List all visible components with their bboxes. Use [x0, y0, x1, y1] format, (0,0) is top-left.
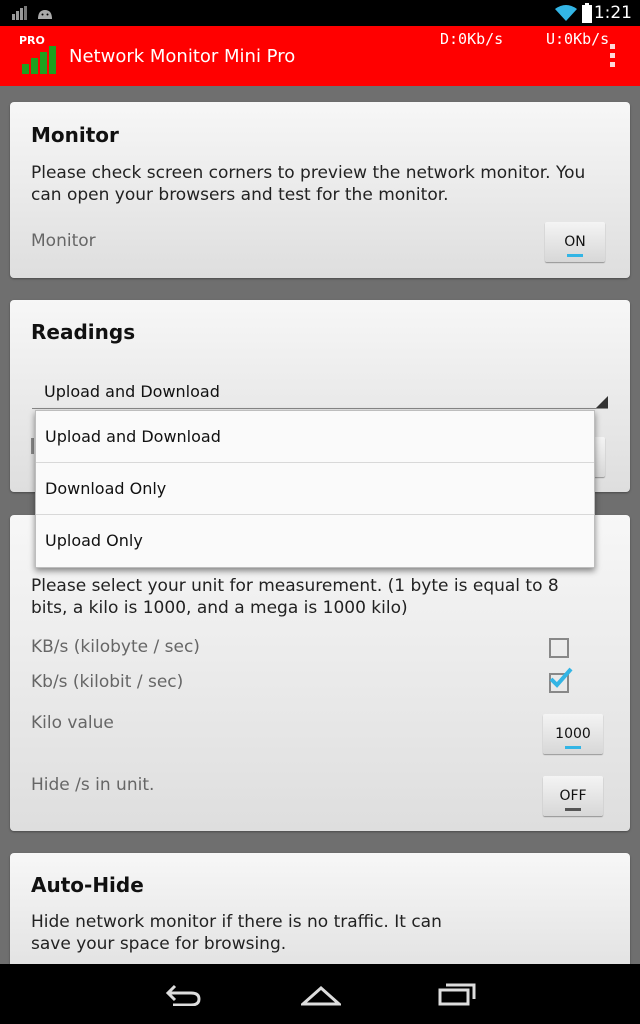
autohide-description: Hide network monitor if there is no traf…: [31, 912, 442, 954]
battery-icon: [582, 3, 592, 23]
monitor-toggle[interactable]: ON: [545, 222, 605, 262]
monitor-label: Monitor: [31, 231, 96, 251]
kilo-value: 1000: [555, 726, 591, 742]
spinner-arrow-icon: [596, 396, 608, 408]
back-icon[interactable]: [165, 984, 203, 1006]
readings-dropdown: Upload and Download Download Only Upload…: [35, 410, 595, 568]
app-bar: PRO Network Monitor Mini Pro D:0Kb/s U:0…: [0, 26, 640, 86]
status-bar: 1:21: [0, 0, 640, 26]
toggle-indicator: [567, 254, 583, 257]
monitor-card: Monitor Please check screen corners to p…: [10, 102, 630, 278]
dropdown-option-label: Upload Only: [45, 531, 143, 550]
clock: 1:21: [593, 3, 632, 23]
kilo-indicator: [565, 746, 581, 749]
partial-label: [31, 438, 34, 454]
kbytes-checkbox[interactable]: [549, 638, 569, 658]
wifi-icon: [555, 5, 577, 21]
app-logo-icon: [22, 46, 56, 74]
checkbox-checked-icon: [549, 667, 573, 688]
navigation-bar: [0, 964, 640, 1024]
dropdown-option[interactable]: Upload and Download: [36, 411, 594, 463]
dropdown-option-label: Upload and Download: [45, 427, 221, 446]
autohide-heading: Auto-Hide: [31, 873, 144, 897]
home-icon[interactable]: [301, 984, 341, 1006]
hide-unit-toggle-label: OFF: [559, 788, 587, 804]
readings-heading: Readings: [31, 320, 136, 344]
monitor-toggle-label: ON: [564, 234, 586, 250]
readings-selected-value: Upload and Download: [44, 382, 220, 401]
kbits-label: Kb/s (kilobit / sec): [31, 672, 184, 692]
dropdown-option[interactable]: Download Only: [36, 463, 594, 515]
upload-speed: U:0Kb/s: [546, 30, 610, 48]
kbytes-label: KB/s (kilobyte / sec): [31, 637, 200, 657]
toggle-indicator: [565, 808, 581, 811]
readings-spinner[interactable]: Upload and Download: [32, 376, 608, 409]
android-icon: [38, 10, 52, 19]
hide-unit-toggle[interactable]: OFF: [543, 776, 603, 816]
hide-unit-label: Hide /s in unit.: [31, 775, 155, 795]
app-title: Network Monitor Mini Pro: [69, 46, 296, 67]
signal-icon: [12, 6, 27, 20]
monitor-heading: Monitor: [31, 123, 119, 147]
kilo-value-button[interactable]: 1000: [543, 714, 603, 754]
recent-apps-icon[interactable]: [438, 982, 476, 1006]
monitor-description: Please check screen corners to preview t…: [31, 163, 586, 205]
download-speed: D:0Kb/s: [440, 30, 504, 48]
dropdown-option-label: Download Only: [45, 479, 167, 498]
unit-description: Please select your unit for measurement.…: [31, 576, 559, 618]
kbits-checkbox[interactable]: [549, 667, 573, 693]
kilo-value-label: Kilo value: [31, 713, 114, 733]
overflow-menu-icon[interactable]: [610, 44, 616, 71]
dropdown-option[interactable]: Upload Only: [36, 515, 594, 566]
